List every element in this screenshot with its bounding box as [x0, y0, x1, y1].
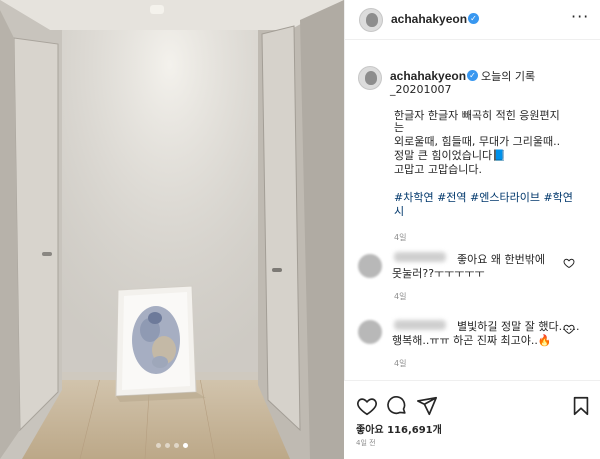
bookmark-icon[interactable] [570, 395, 592, 417]
verified-badge-icon: ✓ [468, 13, 479, 24]
caption-body-line: 한글자 한글자 빼곡히 적힌 응원편지 [394, 109, 560, 122]
post-header: achahakyeon ✓ ··· [345, 0, 600, 40]
header-username[interactable]: achahakyeon [391, 12, 467, 26]
caption-avatar[interactable] [358, 66, 382, 90]
caption-body-line: 정말 큰 힘이었습니다📘 [394, 149, 506, 162]
comment-avatar[interactable] [358, 320, 382, 344]
caption-time: 4일 [394, 233, 407, 242]
comment-username[interactable] [394, 320, 446, 330]
caption-username[interactable]: achahakyeon [390, 69, 466, 83]
carousel-dot [165, 443, 170, 448]
user-avatar[interactable] [359, 8, 383, 32]
comment-text: 행복해..ㅠㅠ 하곤 진짜 최고야..🔥 [392, 334, 552, 347]
share-icon[interactable] [416, 395, 438, 417]
likes-count[interactable]: 좋아요 116,691개 [356, 421, 442, 436]
caption-title: 오늘의 기록 [481, 70, 536, 83]
comment-time: 4일 [394, 292, 407, 301]
comment-time: 4일 [394, 359, 407, 368]
post-time: 4일 전 [356, 439, 376, 447]
carousel-dot [174, 443, 179, 448]
caption-verified-badge-icon: ✓ [467, 70, 478, 81]
carousel-indicator [0, 443, 344, 448]
more-horizontal-icon[interactable]: ··· [571, 9, 589, 25]
caption-hashtags[interactable]: #차학연 #전역 #엔스타라이브 #학연 [394, 192, 573, 204]
comment-username[interactable] [394, 252, 446, 262]
carousel-dot [183, 443, 188, 448]
heart-icon[interactable] [356, 395, 378, 417]
hallway-photo [0, 0, 344, 459]
caption-body-line: 는 [394, 121, 405, 134]
caption-date: _20201007 [390, 83, 452, 96]
comment-icon[interactable] [386, 395, 408, 417]
post-actions: 좋아요 116,691개 4일 전 [344, 380, 600, 459]
caption-body-line: 외로울때, 힘들때, 무대가 그리울때.. [394, 135, 561, 148]
caption-hashtags[interactable]: 시 [394, 206, 404, 218]
post-photo[interactable] [0, 0, 344, 459]
comment-avatar[interactable] [358, 254, 382, 278]
caption-body-line: 고맙고 고맙습니다. [394, 163, 482, 176]
comment-like-heart-icon[interactable] [563, 323, 575, 335]
comment-like-heart-icon[interactable] [563, 257, 575, 269]
comment-text: 못눌러??ㅜㅜㅜㅜㅜ [392, 267, 485, 280]
carousel-dot [156, 443, 161, 448]
